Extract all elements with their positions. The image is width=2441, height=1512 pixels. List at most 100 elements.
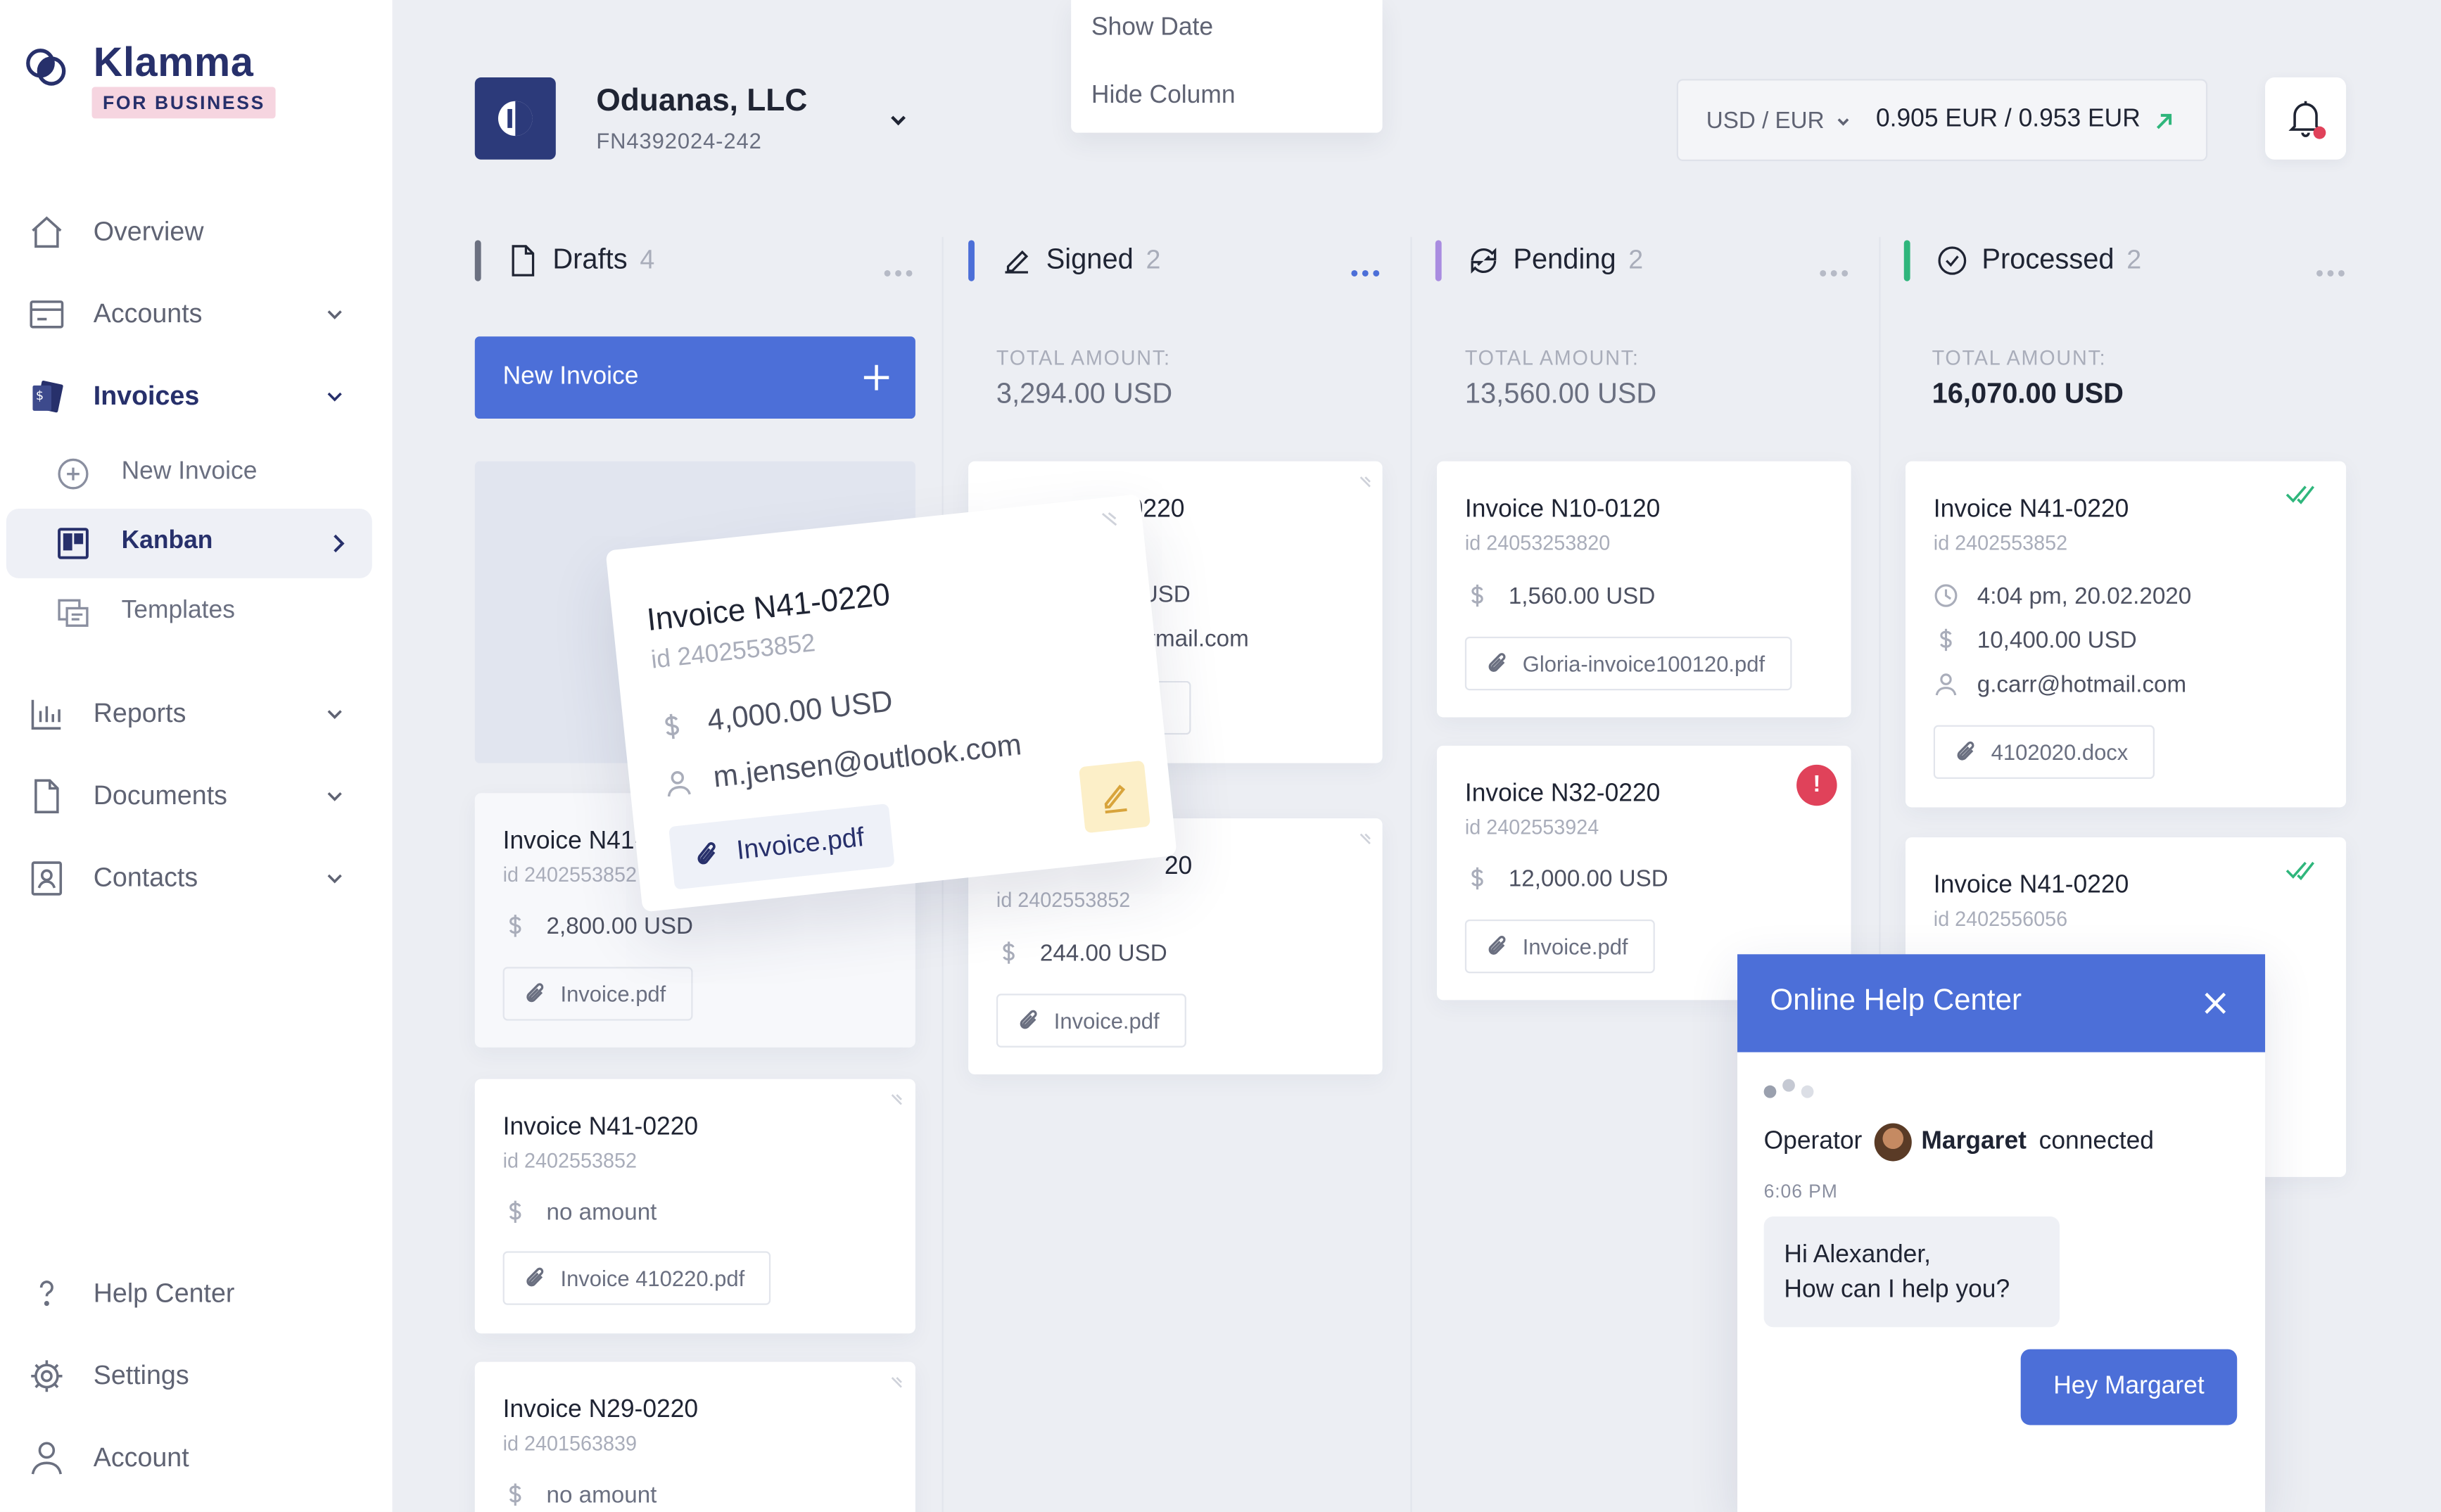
sidebar-item-label: Help Center bbox=[93, 1278, 235, 1309]
connection-status: connected bbox=[2039, 1128, 2154, 1155]
user-icon bbox=[663, 768, 694, 799]
invoice-title: Invoice N41-0220 bbox=[645, 578, 892, 639]
invoice-title: Invoice N41-0220 bbox=[1933, 496, 2129, 523]
close-icon[interactable] bbox=[2200, 987, 2231, 1019]
attachment-chip[interactable]: Invoice.pdf bbox=[668, 803, 896, 890]
invoice-card[interactable]: Invoice N41-0220 id 2402553852 4:04 pm, … bbox=[1905, 461, 2347, 808]
invoice-id: id 2402553852 bbox=[996, 887, 1131, 912]
notifications-button[interactable] bbox=[2265, 77, 2347, 160]
sidebar-item-contacts[interactable]: Contacts bbox=[0, 847, 393, 910]
invoice-email: m.jensen@outlook.com bbox=[711, 729, 1023, 795]
drag-handle-icon[interactable] bbox=[1099, 509, 1120, 530]
invoice-amount-row: no amount bbox=[503, 1479, 657, 1511]
sidebar-subitem-templates[interactable]: Templates bbox=[6, 578, 372, 648]
column-title: Signed 2 bbox=[1046, 243, 1161, 277]
invoice-amount: 1,560.00 USD bbox=[1508, 582, 1656, 609]
attachment-chip[interactable]: 4102020.docx bbox=[1933, 725, 2155, 780]
sidebar-item-reports[interactable]: Reports bbox=[0, 682, 393, 746]
invoice-title: 20 bbox=[1164, 853, 1193, 880]
more-icon[interactable] bbox=[884, 256, 919, 277]
company-id: FN4392024-242 bbox=[596, 127, 762, 153]
company-name[interactable]: Oduanas, LLC bbox=[596, 84, 807, 120]
invoice-amount-row: 244.00 USD bbox=[996, 937, 1167, 969]
attachment-chip[interactable]: Invoice 410220.pdf bbox=[502, 1251, 771, 1305]
invoice-title: Invoice N41-0220 bbox=[502, 1114, 699, 1141]
menu-item-show-date[interactable]: Show Date bbox=[1091, 14, 1213, 42]
invoice-card[interactable]: Invoice N41-0220 id 2402553852 no amount… bbox=[474, 1079, 915, 1334]
attachment-chip[interactable]: Gloria-invoice100120.pdf bbox=[1464, 636, 1792, 691]
help-center-header: Online Help Center bbox=[1737, 954, 2266, 1053]
more-icon[interactable] bbox=[1820, 256, 1854, 277]
invoice-amount-row: 10,400.00 USD bbox=[1934, 624, 2137, 656]
sidebar-item-documents[interactable]: Documents bbox=[0, 765, 393, 828]
double-check-icon bbox=[2285, 483, 2320, 505]
drag-handle-icon[interactable] bbox=[1357, 474, 1373, 490]
sidebar-subitem-new-invoice[interactable]: New Invoice bbox=[6, 439, 372, 509]
currency-pair-selector[interactable]: USD / EUR bbox=[1706, 108, 1825, 134]
column-count: 2 bbox=[2126, 245, 2142, 275]
invoice-amount: no amount bbox=[546, 1481, 657, 1508]
templates-icon bbox=[56, 596, 91, 630]
sidebar-item-invoices[interactable]: $ Invoices bbox=[0, 365, 393, 428]
sidebar-item-label: Contacts bbox=[93, 863, 198, 893]
invoice-title: Invoice N32-0220 bbox=[1464, 780, 1661, 808]
question-icon bbox=[28, 1275, 65, 1313]
dollar-icon bbox=[503, 913, 528, 939]
sidebar-item-label: Reports bbox=[93, 698, 186, 729]
chevron-right-icon bbox=[325, 531, 350, 556]
column-divider bbox=[1410, 236, 1412, 1512]
invoice-card[interactable]: Invoice N10-0120 id 24053253820 1,560.00… bbox=[1437, 461, 1851, 718]
chevron-down-icon[interactable] bbox=[886, 108, 911, 133]
menu-item-hide-column[interactable]: Hide Column bbox=[1091, 82, 1236, 110]
currency-widget[interactable]: USD / EUR 0.905 EUR / 0.953 EUR bbox=[1676, 79, 2208, 162]
svg-text:$: $ bbox=[36, 388, 44, 403]
chevron-down-icon bbox=[322, 384, 347, 409]
attachment-chip[interactable]: Invoice.pdf bbox=[1464, 919, 1655, 974]
sidebar-item-settings[interactable]: Settings bbox=[0, 1345, 393, 1408]
dragged-invoice-card[interactable]: Invoice N41-0220 id 2402553852 4,000.00 … bbox=[605, 493, 1177, 913]
attachment-name: 4102020.docx bbox=[1991, 739, 2129, 765]
total-amount-value: 13,560.00 USD bbox=[1464, 377, 1657, 409]
new-invoice-button[interactable]: New Invoice bbox=[474, 336, 915, 419]
paperclip-icon bbox=[692, 839, 723, 870]
dollar-icon bbox=[1465, 866, 1490, 891]
more-icon[interactable] bbox=[2316, 256, 2351, 277]
drag-handle-icon[interactable] bbox=[1357, 831, 1373, 846]
column-header-pending: Pending 2 bbox=[1435, 237, 1856, 284]
drag-handle-icon[interactable] bbox=[889, 1375, 904, 1390]
sidebar-item-accounts[interactable]: Accounts bbox=[0, 283, 393, 346]
paperclip-icon bbox=[523, 1266, 547, 1291]
column-title: Pending 2 bbox=[1513, 243, 1643, 277]
paperclip-icon bbox=[1485, 934, 1510, 959]
refresh-icon bbox=[1466, 243, 1501, 278]
invoice-card[interactable]: Invoice N29-0220 id 2401563839 no amount bbox=[474, 1361, 915, 1512]
help-center-chat: Online Help Center Operator Margaret con… bbox=[1737, 954, 2266, 1512]
sidebar-item-help-center[interactable]: Help Center bbox=[0, 1262, 393, 1326]
column-count: 4 bbox=[640, 245, 655, 275]
column-title-text: Processed bbox=[1982, 243, 2115, 275]
attachment-chip[interactable]: Invoice.pdf bbox=[502, 967, 692, 1021]
invoice-title: Invoice N10-0120 bbox=[1464, 496, 1661, 523]
user-icon bbox=[28, 1440, 65, 1478]
sidebar-subitem-kanban[interactable]: Kanban bbox=[6, 509, 372, 578]
message-line: How can I help you? bbox=[1784, 1276, 2010, 1304]
sidebar-item-label: Settings bbox=[93, 1360, 189, 1391]
attachment-chip[interactable]: Invoice.pdf bbox=[996, 993, 1186, 1048]
column-count: 2 bbox=[1146, 245, 1161, 275]
column-color-bar bbox=[1903, 240, 1910, 281]
edit-button[interactable] bbox=[1078, 760, 1151, 834]
sidebar-item-label: Account bbox=[93, 1442, 189, 1473]
sidebar-item-overview[interactable]: Overview bbox=[0, 201, 393, 264]
more-icon[interactable] bbox=[1351, 256, 1386, 277]
sidebar-item-account[interactable]: Account bbox=[0, 1427, 393, 1490]
currency-from: USD bbox=[1706, 107, 1756, 134]
column-header-processed: Processed 2 bbox=[1903, 237, 2356, 284]
outgoing-message: Hey Margaret bbox=[2020, 1349, 2238, 1425]
column-title-text: Drafts bbox=[552, 243, 628, 275]
message-time: 6:06 PM bbox=[1763, 1180, 1838, 1202]
attachment-name: Invoice.pdf bbox=[1053, 1008, 1160, 1034]
sidebar-subitem-label: Templates bbox=[121, 597, 235, 624]
gear-icon bbox=[28, 1357, 65, 1395]
drag-handle-icon[interactable] bbox=[889, 1092, 904, 1107]
clock-icon bbox=[1934, 583, 1958, 609]
